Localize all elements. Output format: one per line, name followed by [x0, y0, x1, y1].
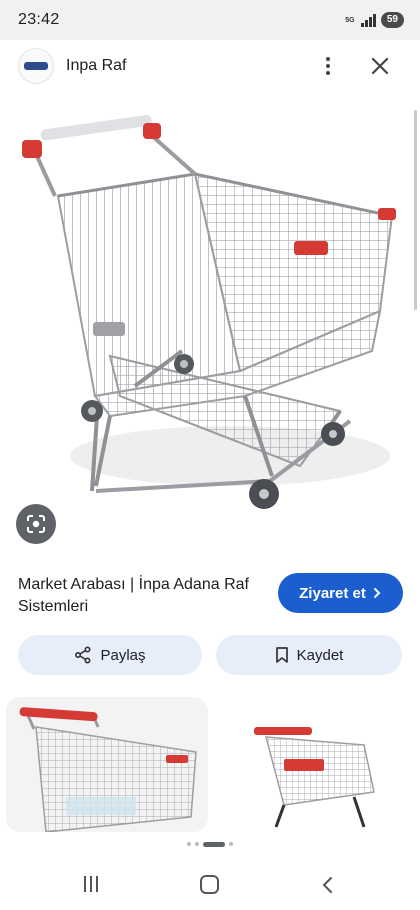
result-title[interactable]: Market Arabası | İnpa Adana Raf Sistemle… — [18, 574, 268, 618]
home-icon[interactable] — [200, 875, 219, 894]
scrollbar[interactable] — [414, 110, 417, 310]
pager-dot — [229, 842, 233, 846]
back-icon[interactable] — [320, 875, 336, 895]
share-icon — [75, 646, 91, 664]
image-pager — [0, 840, 420, 848]
visit-button[interactable]: Ziyaret et — [278, 573, 403, 613]
image-viewer-header: Inpa Raf — [0, 40, 420, 96]
share-button[interactable]: Paylaş — [18, 635, 202, 675]
share-label: Paylaş — [100, 646, 146, 664]
more-vert-icon[interactable] — [318, 54, 338, 78]
bookmark-icon — [275, 647, 288, 663]
battery-badge: 59 — [380, 12, 404, 28]
inpa-logo-icon[interactable] — [18, 48, 54, 84]
system-nav-bar — [0, 858, 420, 910]
signal-icon — [360, 13, 376, 27]
shopping-cart-image[interactable] — [0, 96, 420, 556]
pager-dot — [195, 842, 199, 846]
visit-button-label: Ziyaret et — [299, 584, 366, 602]
pager-dot-active — [203, 841, 225, 847]
chevron-right-icon — [373, 588, 381, 598]
close-icon[interactable] — [368, 54, 392, 78]
status-bar: 23:42 5G 59 — [0, 0, 420, 40]
google-lens-icon[interactable] — [16, 504, 56, 544]
pager-dot — [187, 842, 191, 846]
status-time: 23:42 — [18, 11, 60, 28]
status-icons: 5G 59 — [344, 12, 404, 28]
save-button[interactable]: Kaydet — [216, 635, 402, 675]
recent-apps-icon[interactable] — [84, 876, 98, 892]
site-name[interactable]: Inpa Raf — [66, 57, 126, 75]
network-5g-badge: 5G — [345, 16, 355, 24]
related-image-thumbnail[interactable] — [214, 697, 414, 832]
related-image-thumbnail[interactable] — [6, 697, 208, 832]
save-label: Kaydet — [296, 646, 344, 664]
